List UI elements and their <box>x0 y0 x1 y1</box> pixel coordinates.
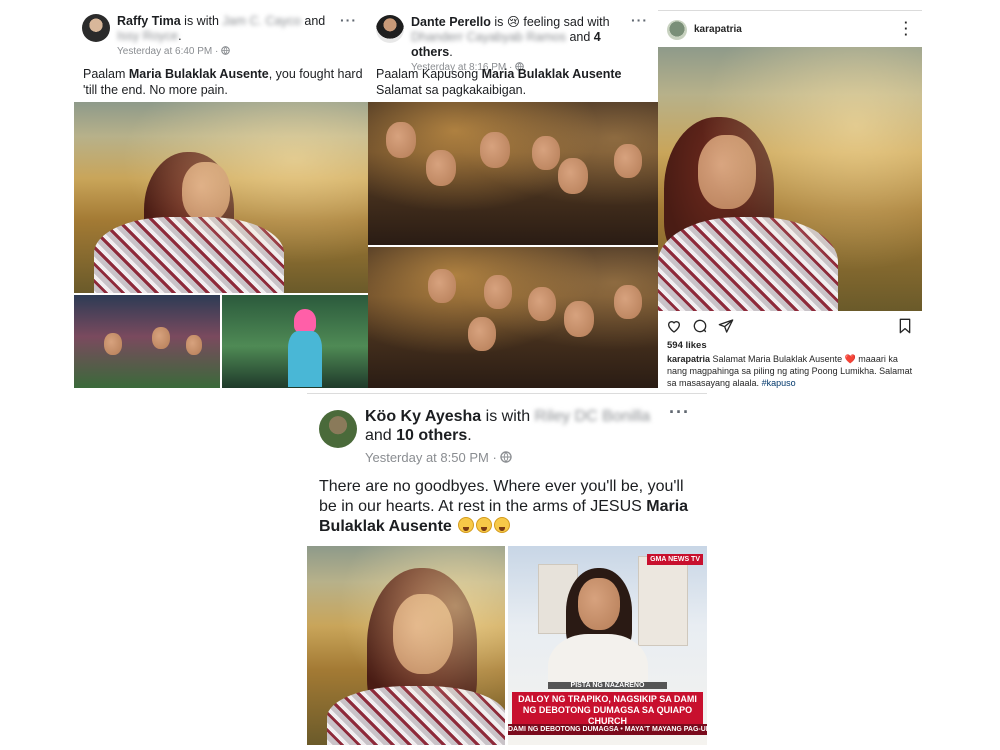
caption-username[interactable]: karapatria <box>667 354 710 364</box>
tagged-friend[interactable]: Dhanderr Cayabyab Ramos <box>411 30 566 45</box>
tagged-friend[interactable]: Jam C. Cayco <box>222 14 301 29</box>
author-name[interactable]: Köo Ky Ayesha <box>365 408 481 425</box>
post-header: Köo Ky Ayesha is with Riley DC Bonilla a… <box>365 407 651 444</box>
post-photo-main[interactable] <box>74 102 368 293</box>
author-avatar[interactable] <box>667 20 687 40</box>
post-text: Paalam Kapusong Maria Bulaklak Ausente S… <box>376 67 622 97</box>
post-text: Paalam Maria Bulaklak Ausente, you fough… <box>83 67 363 97</box>
tagged-others-link[interactable]: 10 others <box>396 427 467 444</box>
instagram-post-karapatria: karapatria · · · 594 likes karapatria Sala… <box>658 10 922 388</box>
author-name[interactable]: Raffy Tima <box>117 14 181 28</box>
crying-emoji-icon <box>476 517 493 533</box>
mentioned-person[interactable]: Maria Bulaklak Ausente <box>129 67 269 81</box>
facebook-post-koo-ky-ayesha: Köo Ky Ayesha is with Riley DC Bonilla a… <box>307 393 707 745</box>
globe-icon <box>221 46 230 57</box>
bookmark-icon[interactable] <box>897 318 913 334</box>
post-header: Dante Perello is 😢 feeling sad with Dhan… <box>411 15 610 59</box>
author-avatar[interactable] <box>319 410 357 448</box>
more-options-icon[interactable]: ··· <box>669 402 690 423</box>
instagram-caption: karapatria Salamat Maria Bulaklak Ausent… <box>667 354 913 388</box>
post-photo-performance[interactable] <box>222 295 368 388</box>
post-photo-event[interactable] <box>74 295 220 388</box>
post-photo-portrait[interactable] <box>307 546 505 745</box>
hashtag-link[interactable]: #kapuso <box>762 378 796 388</box>
facebook-post-dante-perello: Dante Perello is 😢 feeling sad with Dhan… <box>368 10 658 388</box>
post-photo-group-2[interactable] <box>368 247 658 388</box>
instagram-photo[interactable] <box>658 47 922 311</box>
instagram-username[interactable]: karapatria <box>694 24 742 35</box>
tagged-friend[interactable]: Riley DC Bonilla <box>535 407 651 426</box>
post-timestamp[interactable]: Yesterday at 8:50 PM · <box>365 450 665 465</box>
crying-emoji-icon <box>494 517 511 533</box>
author-avatar[interactable] <box>376 15 404 43</box>
more-options-icon[interactable]: ··· <box>340 12 357 28</box>
post-timestamp[interactable]: Yesterday at 6:40 PM · <box>117 46 342 57</box>
post-text: There are no goodbyes. Where ever you'll… <box>319 478 689 535</box>
more-options-icon[interactable]: ··· <box>631 12 648 28</box>
facebook-post-raffy-tima: Raffy Tima is with Jam C. Cayco and Issy… <box>74 10 368 388</box>
tagged-friend[interactable]: Issy Royce <box>117 29 178 44</box>
news-tag: PISTA NG NAZARENO <box>548 682 667 689</box>
globe-icon <box>500 450 513 465</box>
post-photo-group-1[interactable] <box>368 102 658 245</box>
author-name[interactable]: Dante Perello <box>411 15 491 29</box>
crying-emoji-icon <box>458 517 475 533</box>
share-icon[interactable] <box>718 318 734 334</box>
comment-icon[interactable] <box>692 318 708 334</box>
news-ticker: DAMI NG DEBOTONG DUMAGSA • MAYA'T MAYANG… <box>508 724 707 735</box>
more-options-icon[interactable]: ··· <box>904 16 908 41</box>
news-channel-badge: GMA NEWS TV <box>647 554 703 565</box>
heart-icon[interactable] <box>666 318 682 334</box>
mentioned-person[interactable]: Maria Bulaklak Ausente <box>482 67 622 81</box>
author-avatar[interactable] <box>82 14 110 42</box>
post-photo-news-broadcast[interactable]: GMA NEWS TV PISTA NG NAZARENO DALOY NG T… <box>508 546 707 745</box>
post-header: Raffy Tima is with Jam C. Cayco and Issy… <box>117 14 326 44</box>
likes-count[interactable]: 594 likes <box>667 340 707 351</box>
